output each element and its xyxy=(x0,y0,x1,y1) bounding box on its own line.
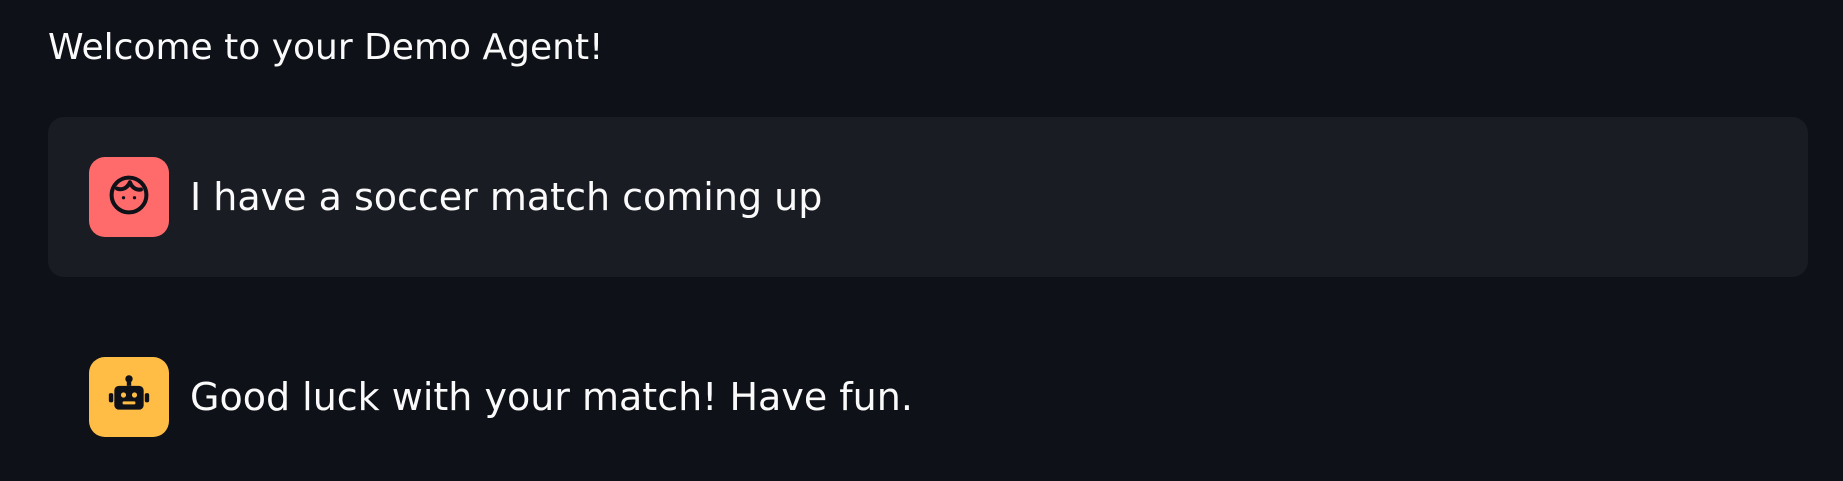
welcome-message: Welcome to your Demo Agent! xyxy=(48,27,604,68)
chat-message-assistant: Good luck with your match! Have fun. xyxy=(48,317,1808,477)
chat-message-user: I have a soccer match coming up xyxy=(48,117,1808,277)
robot-icon xyxy=(107,373,151,421)
user-message-text: I have a soccer match coming up xyxy=(190,175,823,219)
assistant-message-text: Good luck with your match! Have fun. xyxy=(190,375,913,419)
face-icon xyxy=(107,173,151,221)
assistant-avatar xyxy=(89,357,169,437)
user-avatar xyxy=(89,157,169,237)
chat-app: Welcome to your Demo Agent! I have a soc… xyxy=(0,0,1843,481)
